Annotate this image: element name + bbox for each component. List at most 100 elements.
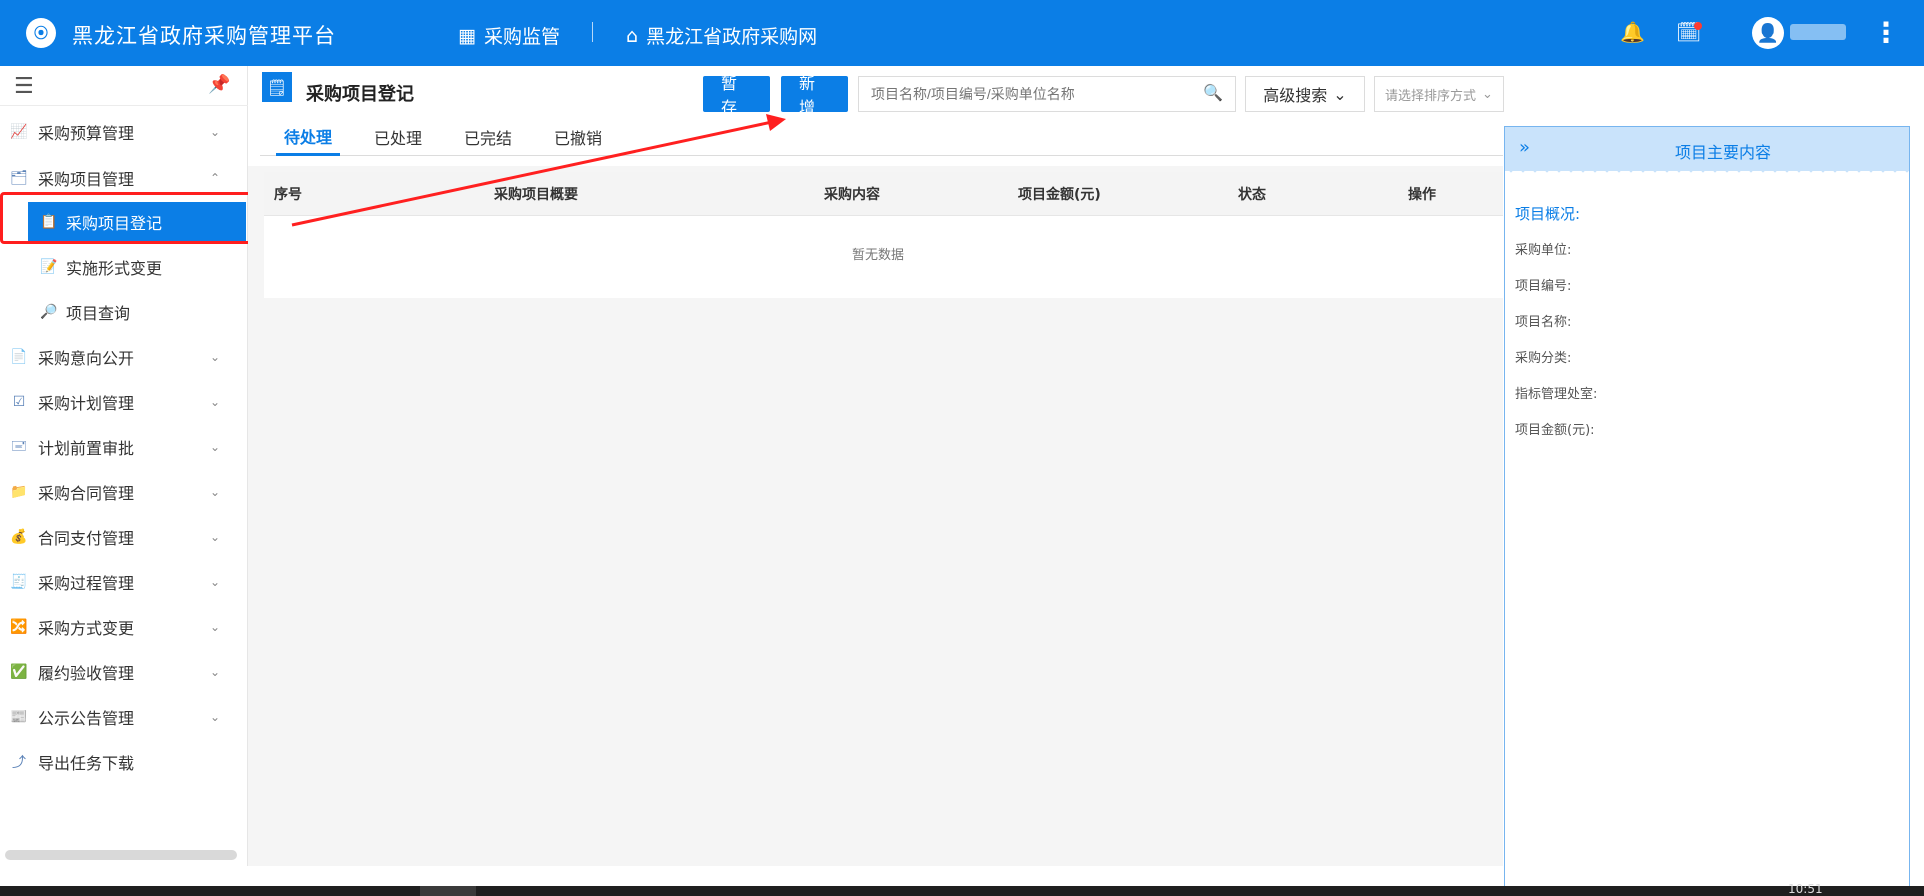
sidebar-subitem-change[interactable]: 📝 实施形式变更 <box>28 247 246 287</box>
sidebar-item-label: 计划前置审批 <box>38 439 135 458</box>
panel-zigzag-divider <box>1505 167 1909 177</box>
column-header: 序号 <box>274 187 302 203</box>
sidebar-item-process[interactable]: 🧾 采购过程管理 ⌄ <box>0 562 248 602</box>
add-button[interactable]: 新增 <box>781 74 848 117</box>
advanced-search-label: 高级搜索 <box>1263 86 1328 105</box>
table-body: 暂无数据 <box>264 216 1503 298</box>
sidebar-item-label: 采购项目管理 <box>38 170 135 189</box>
sidebar-item-label: 采购合同管理 <box>38 484 135 503</box>
nav-divider <box>592 22 593 42</box>
sidebar-subitem-label: 实施形式变更 <box>66 259 163 278</box>
field-label: 项目金额(元): <box>1515 423 1595 438</box>
chevron-down-icon: ⌄ <box>210 710 221 724</box>
home-icon: ⌂ <box>626 24 639 47</box>
sidebar-item-label: 履约验收管理 <box>38 664 135 683</box>
chevron-down-icon: ⌄ <box>210 665 221 679</box>
clipboard-icon: 🗒 <box>262 72 292 102</box>
project-icon: 🗂 <box>10 170 28 186</box>
sidebar-subitem-label: 采购项目登记 <box>66 214 163 233</box>
field-label: 项目编号: <box>1515 279 1572 294</box>
sidebar-item-label: 采购预算管理 <box>38 124 135 143</box>
sidebar-item-preapproval[interactable]: 🖃 计划前置审批 ⌄ <box>0 427 248 467</box>
search-box: 🔍 <box>858 76 1236 112</box>
more-menu-icon[interactable]: ⋮ <box>1872 16 1900 49</box>
column-header: 状态 <box>1238 187 1266 203</box>
sidebar-item-payment[interactable]: 💰 合同支付管理 ⌄ <box>0 517 248 557</box>
chevron-down-icon: ⌄ <box>210 530 221 544</box>
sidebar-subitem-query[interactable]: 🔎 项目查询 <box>28 292 246 332</box>
query-icon: 🔎 <box>40 304 58 320</box>
bell-icon[interactable]: 🔔 <box>1620 20 1645 44</box>
sort-placeholder: 请选择排序方式 <box>1385 88 1477 104</box>
chevron-down-icon: ⌄ <box>1333 84 1347 104</box>
plan-icon: ☑ <box>12 394 26 410</box>
notification-dot <box>1694 22 1702 30</box>
sidebar-item-plan[interactable]: ☑ 采购计划管理 ⌄ <box>0 382 248 422</box>
sidebar-item-export[interactable]: ⤴ 导出任务下载 <box>0 742 248 782</box>
taskbar-tab[interactable] <box>420 886 476 896</box>
hamburger-icon[interactable]: ☰ <box>14 74 34 99</box>
register-icon: 📋 <box>40 214 58 230</box>
sidebar-item-label: 合同支付管理 <box>38 529 135 548</box>
change-icon: 📝 <box>40 259 58 275</box>
search-input[interactable] <box>859 86 1189 102</box>
sidebar-subitem-label: 项目查询 <box>66 304 131 323</box>
sidebar-item-project[interactable]: 🗂 采购项目管理 ⌃ <box>0 158 248 198</box>
chevron-down-icon: ⌄ <box>210 620 221 634</box>
sidebar-item-announce[interactable]: 📰 公示公告管理 ⌄ <box>0 697 248 737</box>
os-taskbar: 10:51 <box>0 882 1924 896</box>
save-draft-button[interactable]: 暂存 <box>703 74 770 117</box>
sidebar-subitem-register[interactable]: 📋 采购项目登记 <box>28 202 246 242</box>
column-header: 采购内容 <box>824 187 880 203</box>
collapse-icon[interactable]: » <box>1519 137 1530 158</box>
chevron-down-icon: ⌄ <box>210 575 221 589</box>
platform-logo-icon[interactable]: ⦿ <box>26 18 56 48</box>
page-title: 采购项目登记 <box>306 84 414 105</box>
sort-select[interactable]: 请选择排序方式 ⌄ <box>1374 76 1504 112</box>
sidebar-item-contract[interactable]: 📁 采购合同管理 ⌄ <box>0 472 248 512</box>
sidebar-item-label: 导出任务下载 <box>38 754 135 773</box>
sidebar-scrollbar[interactable] <box>5 850 237 860</box>
tab-pending[interactable]: 待处理 <box>276 118 340 156</box>
tab-processed[interactable]: 已处理 <box>370 118 426 156</box>
sidebar: ☰ 📌 📈 采购预算管理 ⌄ 🗂 采购项目管理 ⌃ 📋 采购项目登记 📝 实施形… <box>0 66 248 866</box>
sidebar-item-label: 公示公告管理 <box>38 709 135 728</box>
contract-icon: 📁 <box>10 484 28 500</box>
sidebar-item-method[interactable]: 🔀 采购方式变更 ⌄ <box>0 607 248 647</box>
sidebar-item-label: 采购方式变更 <box>38 619 135 638</box>
sidebar-item-intent[interactable]: 📄 采购意向公开 ⌄ <box>0 337 248 377</box>
tab-completed[interactable]: 已完结 <box>460 118 516 156</box>
field-label: 采购分类: <box>1515 351 1572 366</box>
column-header: 操作 <box>1408 187 1436 203</box>
panel-title: 项目主要内容 <box>1675 143 1772 162</box>
search-icon[interactable]: 🔍 <box>1203 83 1223 102</box>
tab-revoked[interactable]: 已撤销 <box>550 118 606 156</box>
chevron-down-icon: ⌄ <box>210 350 221 364</box>
status-tabs: 待处理 已处理 已完结 已撤销 <box>260 118 1503 156</box>
nav-label: 黑龙江省政府采购网 <box>646 26 818 48</box>
pin-icon[interactable]: 📌 <box>208 74 230 95</box>
sidebar-item-label: 采购过程管理 <box>38 574 135 593</box>
table-area: 序号 采购项目概要 采购内容 项目金额(元) 状态 操作 暂无数据 <box>248 166 1503 866</box>
process-icon: 🧾 <box>10 574 28 590</box>
budget-chart-icon: 📈 <box>10 124 28 140</box>
nav-procurement-supervision[interactable]: ▦ 采购监管 <box>458 22 560 49</box>
nav-label: 采购监管 <box>483 26 560 48</box>
username-redacted[interactable] <box>1790 24 1846 40</box>
panel-section-title: 项目概况: <box>1515 205 1581 223</box>
chevron-down-icon: ⌄ <box>210 485 221 499</box>
top-bar: ⦿ 黑龙江省政府采购管理平台 ▦ 采购监管 ⌂ 黑龙江省政府采购网 🔔 🗓 👤 … <box>0 0 1924 66</box>
avatar[interactable]: 👤 <box>1752 17 1784 49</box>
sidebar-item-budget[interactable]: 📈 采购预算管理 ⌄ <box>0 112 248 152</box>
main-content: 🗒 采购项目登记 暂存 新增 🔍 高级搜索 ⌄ 请选择排序方式 ⌄ 待处理 已处… <box>248 66 1504 866</box>
column-header: 采购项目概要 <box>494 187 578 203</box>
advanced-search-button[interactable]: 高级搜索 ⌄ <box>1245 76 1365 112</box>
app-title: 黑龙江省政府采购管理平台 <box>72 24 336 48</box>
intent-icon: 📄 <box>10 349 28 365</box>
sidebar-item-acceptance[interactable]: ✅ 履约验收管理 ⌄ <box>0 652 248 692</box>
panel-header: » 项目主要内容 <box>1505 127 1909 171</box>
stamp-icon: 🖃 <box>10 438 28 454</box>
nav-procurement-website[interactable]: ⌂ 黑龙江省政府采购网 <box>626 22 817 49</box>
export-icon: ⤴ <box>12 755 26 771</box>
sidebar-toolbar: ☰ 📌 <box>0 66 248 106</box>
